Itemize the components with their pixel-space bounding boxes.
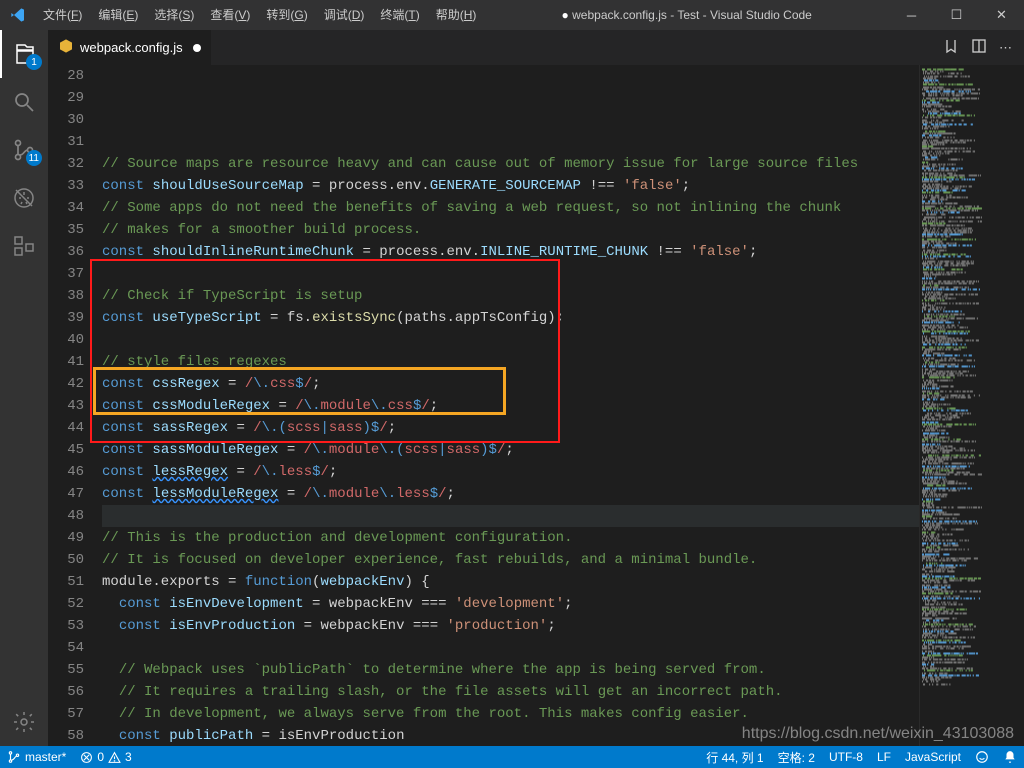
code-line[interactable]: const shouldInlineRuntimeChunk = process…	[102, 241, 919, 263]
debug-icon[interactable]	[0, 174, 48, 222]
tab-label: webpack.config.js	[80, 40, 183, 55]
maximize-button[interactable]: ☐	[934, 0, 979, 30]
editor-area: webpack.config.js ⋯ 28293031323334353637…	[48, 30, 1024, 746]
menu-d[interactable]: 调试(D)	[316, 0, 373, 30]
menu-t[interactable]: 终端(T)	[372, 0, 427, 30]
explorer-badge: 1	[26, 54, 42, 70]
menu-v[interactable]: 查看(V)	[202, 0, 258, 30]
menu-s[interactable]: 选择(S)	[146, 0, 202, 30]
code-line[interactable]: // It is focused on developer experience…	[102, 549, 919, 571]
code-content[interactable]: // Source maps are resource heavy and ca…	[102, 65, 919, 746]
split-editor-icon[interactable]	[971, 38, 987, 57]
code-line[interactable]: const lessRegex = /\.less$/;	[102, 461, 919, 483]
menu-h[interactable]: 帮助(H)	[428, 0, 485, 30]
status-spaces[interactable]: 空格: 2	[771, 746, 822, 768]
source-control-icon[interactable]: 11	[0, 126, 48, 174]
code-line[interactable]: const sassModuleRegex = /\.module\.(scss…	[102, 439, 919, 461]
code-line[interactable]	[102, 329, 919, 351]
code-line[interactable]: // Some apps do not need the benefits of…	[102, 197, 919, 219]
status-eol[interactable]: LF	[870, 746, 898, 768]
code-line[interactable]: const lessModuleRegex = /\.module\.less$…	[102, 483, 919, 505]
window-controls: ─ ☐ ✕	[889, 0, 1024, 30]
settings-gear-icon[interactable]	[0, 698, 48, 746]
scm-badge: 11	[26, 150, 42, 166]
code-line[interactable]: // This is the production and developmen…	[102, 527, 919, 549]
code-line[interactable]: const useTypeScript = fs.existsSync(path…	[102, 307, 919, 329]
status-encoding[interactable]: UTF-8	[822, 746, 870, 768]
menu-f[interactable]: 文件(F)	[35, 0, 90, 30]
status-language[interactable]: JavaScript	[898, 746, 968, 768]
code-line[interactable]: const isEnvProduction = webpackEnv === '…	[102, 615, 919, 637]
menu-bar: 文件(F)编辑(E)选择(S)查看(V)转到(G)调试(D)终端(T)帮助(H)	[35, 0, 484, 30]
code-line[interactable]: // style files regexes	[102, 351, 919, 373]
titlebar: 文件(F)编辑(E)选择(S)查看(V)转到(G)调试(D)终端(T)帮助(H)…	[0, 0, 1024, 30]
line-gutter: 2829303132333435363738394041424344454647…	[48, 65, 102, 746]
code-line[interactable]: // In development, we always serve from …	[102, 703, 919, 725]
code-editor[interactable]: 2829303132333435363738394041424344454647…	[48, 65, 919, 746]
code-line[interactable]: const isEnvDevelopment = webpackEnv === …	[102, 593, 919, 615]
code-line[interactable]	[102, 637, 919, 659]
tab-webpack-config[interactable]: webpack.config.js	[48, 30, 211, 65]
minimap[interactable]: ███ ████ ███ ██████ ████████████ █████ █…	[919, 65, 1024, 746]
more-actions-icon[interactable]: ⋯	[999, 40, 1012, 56]
compare-changes-icon[interactable]	[943, 38, 959, 57]
menu-g[interactable]: 转到(G)	[258, 0, 315, 30]
javascript-file-icon	[58, 38, 74, 57]
code-line[interactable]	[102, 505, 919, 527]
code-line[interactable]: // Webpack uses `publicPath` to determin…	[102, 659, 919, 681]
menu-e[interactable]: 编辑(E)	[90, 0, 146, 30]
code-line[interactable]: const shouldUseSourceMap = process.env.G…	[102, 175, 919, 197]
window-title: ● webpack.config.js - Test - Visual Stud…	[484, 8, 889, 22]
minimize-button[interactable]: ─	[889, 0, 934, 30]
close-button[interactable]: ✕	[979, 0, 1024, 30]
status-cursor[interactable]: 行 44, 列 1	[699, 746, 770, 768]
code-line[interactable]: const sassRegex = /\.(scss|sass)$/;	[102, 417, 919, 439]
code-line[interactable]: // makes for a smoother build process.	[102, 219, 919, 241]
dirty-indicator-icon	[193, 44, 201, 52]
code-line[interactable]	[102, 263, 919, 285]
code-line[interactable]: // It requires a trailing slash, or the …	[102, 681, 919, 703]
status-branch[interactable]: master*	[0, 746, 73, 768]
vscode-logo-icon	[0, 7, 35, 23]
status-bar: master* 0 3 行 44, 列 1 空格: 2 UTF-8 LF Jav…	[0, 746, 1024, 768]
status-feedback-icon[interactable]	[968, 746, 996, 768]
code-line[interactable]: // Check if TypeScript is setup	[102, 285, 919, 307]
search-icon[interactable]	[0, 78, 48, 126]
explorer-icon[interactable]: 1	[0, 30, 48, 78]
code-line[interactable]: // Source maps are resource heavy and ca…	[102, 153, 919, 175]
status-problems[interactable]: 0 3	[73, 746, 138, 768]
tabs-row: webpack.config.js ⋯	[48, 30, 1024, 65]
code-line[interactable]: const cssRegex = /\.css$/;	[102, 373, 919, 395]
extensions-icon[interactable]	[0, 222, 48, 270]
status-notifications-icon[interactable]	[996, 746, 1024, 768]
code-line[interactable]: const cssModuleRegex = /\.module\.css$/;	[102, 395, 919, 417]
code-line[interactable]: module.exports = function(webpackEnv) {	[102, 571, 919, 593]
activity-bar: 1 11	[0, 30, 48, 746]
watermark: https://blog.csdn.net/weixin_43103088	[742, 725, 1014, 743]
